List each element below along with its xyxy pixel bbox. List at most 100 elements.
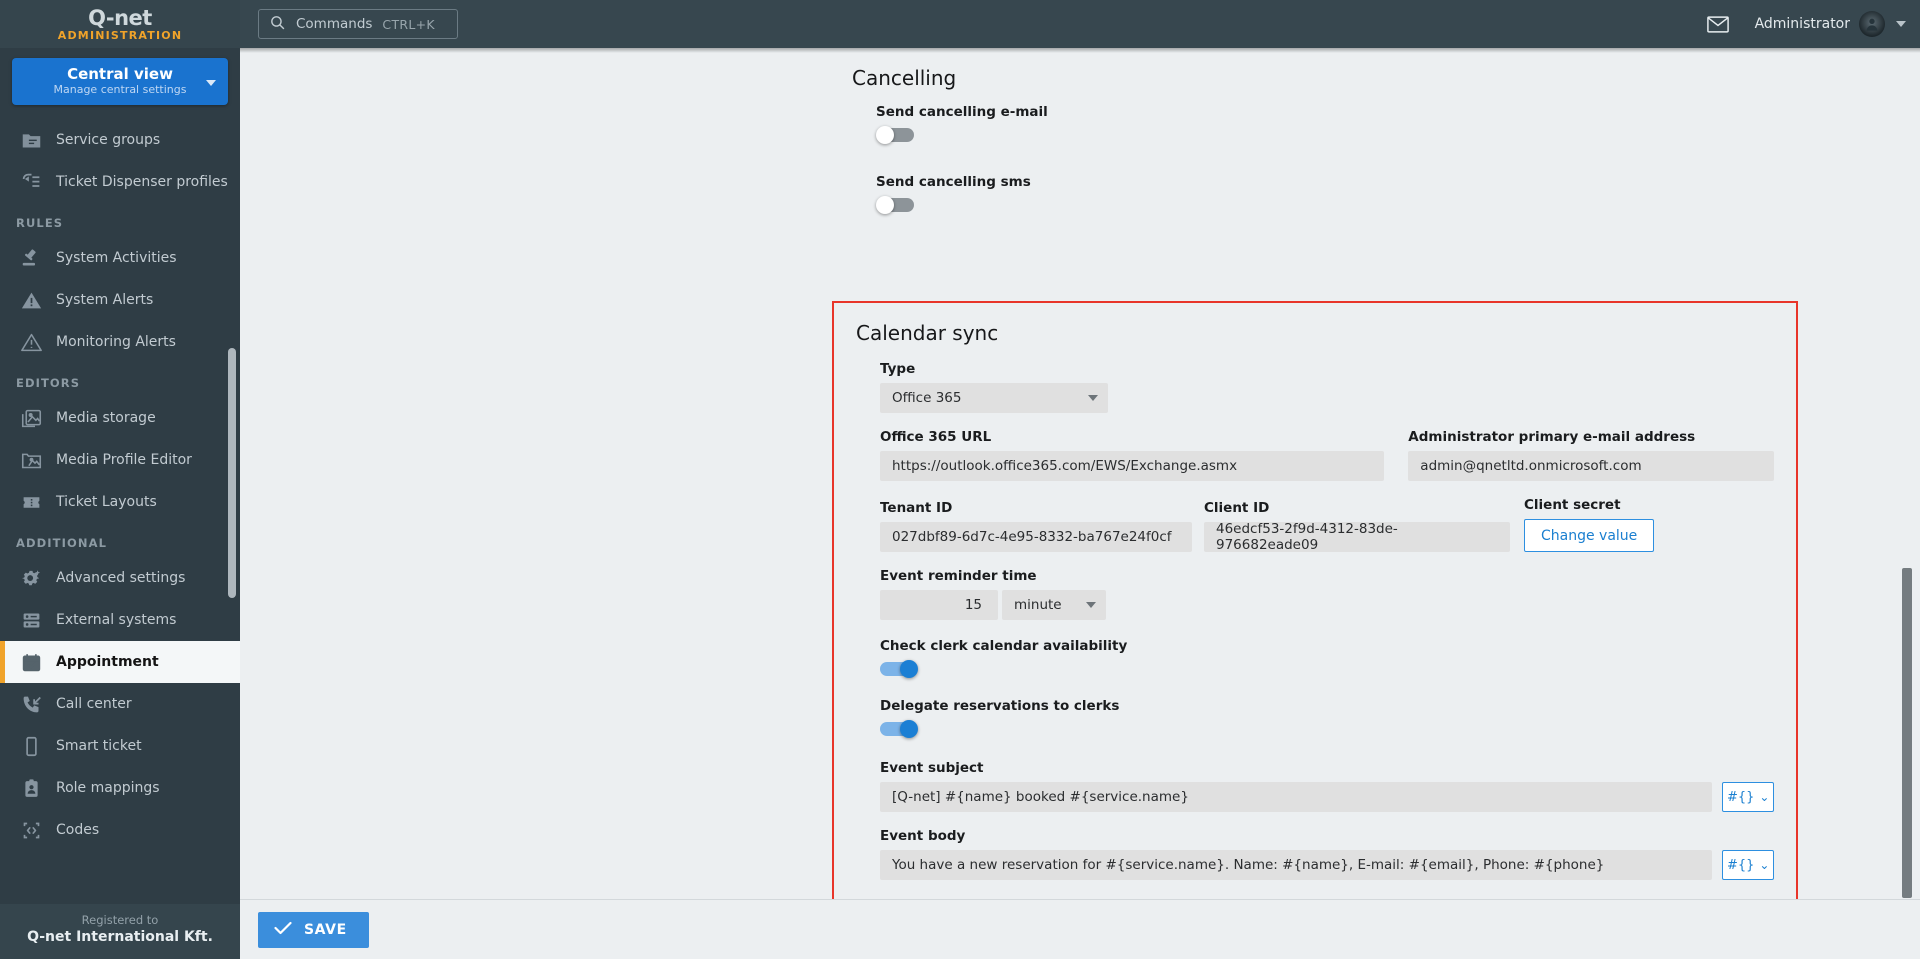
event-body-input[interactable]: You have a new reservation for #{service… [880, 850, 1713, 880]
content-scrollbar-track[interactable] [1902, 48, 1916, 899]
sidebar-item-label: System Alerts [56, 291, 154, 308]
sidebar: Q-net ADMINISTRATION Central view Manage… [0, 0, 240, 959]
check-availability-label: Check clerk calendar availability [880, 638, 1128, 654]
client-id-group: Client ID 46edcf53-2f9d-4312-83de-976682… [1204, 500, 1510, 553]
sidebar-item-label: Advanced settings [56, 569, 186, 586]
sidebar-item-codes[interactable]: Codes [0, 809, 240, 851]
code-icon [20, 819, 42, 841]
sidebar-item-label: Media storage [56, 409, 156, 426]
sidebar-item-external-systems[interactable]: External systems [0, 599, 240, 641]
central-view-subtitle: Manage central settings [53, 83, 187, 96]
event-subject-template-button[interactable]: #{} ⌄ [1722, 782, 1774, 812]
client-secret-group: Client secret Change value [1524, 497, 1655, 552]
ticket-dispenser-icon [20, 171, 42, 193]
content-scrollbar-thumb[interactable] [1902, 568, 1912, 898]
check-availability-toggle[interactable] [880, 660, 918, 678]
sidebar-nav: Service groups Ticket Dispenser profiles R… [0, 113, 240, 904]
event-subject-label: Event subject [880, 760, 984, 776]
event-body-group: Event body You have a new reservation fo… [880, 828, 1774, 880]
sidebar-scrollbar-track[interactable] [228, 113, 238, 904]
alert-filled-icon [20, 289, 42, 311]
central-view-switcher[interactable]: Central view Manage central settings [12, 58, 228, 105]
sidebar-item-advanced-settings[interactable]: Advanced settings [0, 557, 240, 599]
sidebar-item-system-activities[interactable]: System Activities [0, 237, 240, 279]
sidebar-item-monitoring-alerts[interactable]: Monitoring Alerts [0, 321, 240, 363]
event-body-template-button[interactable]: #{} ⌄ [1722, 850, 1774, 880]
sidebar-item-media-profile-editor[interactable]: Media Profile Editor [0, 439, 240, 481]
alert-outline-icon [20, 331, 42, 353]
sidebar-item-ticket-layouts[interactable]: Ticket Layouts [0, 481, 240, 523]
event-body-label: Event body [880, 828, 966, 844]
calendar-type-select[interactable]: Office 365 [880, 383, 1108, 413]
commands-search-button[interactable]: Commands CTRL+K [258, 9, 458, 39]
sidebar-item-label: Role mappings [56, 779, 160, 796]
server-icon [20, 609, 42, 631]
send-cancelling-email-label: Send cancelling e-mail [876, 104, 1048, 120]
sidebar-item-ticket-dispenser-profiles[interactable]: Ticket Dispenser profiles [0, 161, 240, 203]
image-folder-icon [20, 449, 42, 471]
template-token-label: #{} [1726, 857, 1755, 873]
calendar-check-icon [20, 651, 42, 673]
event-subject-input[interactable]: [Q-net] #{name} booked #{service.name} [880, 782, 1713, 812]
sidebar-item-service-groups[interactable]: Service groups [0, 119, 240, 161]
calendar-sync-title: Calendar sync [856, 321, 999, 345]
change-client-secret-button[interactable]: Change value [1524, 519, 1655, 552]
admin-email-input[interactable]: admin@qnetltd.onmicrosoft.com [1408, 451, 1774, 481]
event-reminder-group: Event reminder time 15 minute [880, 568, 1774, 620]
office365-url-input[interactable]: https://outlook.office365.com/EWS/Exchan… [880, 451, 1385, 481]
sidebar-item-smart-ticket[interactable]: Smart ticket [0, 725, 240, 767]
toggle-knob [876, 126, 894, 144]
content-scroll-area: Cancelling Send cancelling e-mail Send c… [240, 48, 1920, 899]
tenant-id-input[interactable]: 027dbf89-6d7c-4e95-8332-ba767e24f0cf [880, 522, 1192, 552]
user-menu[interactable]: Administrator [1755, 11, 1906, 37]
event-reminder-unit-select[interactable]: minute [1002, 590, 1106, 620]
brand-header: Q-net ADMINISTRATION [0, 0, 240, 48]
app-root: Q-net ADMINISTRATION Central view Manage… [0, 0, 1920, 959]
registered-label: Registered to [81, 913, 159, 927]
office365-url-group: Office 365 URL https://outlook.office365… [880, 429, 1385, 481]
sidebar-section-additional: ADDITIONAL [16, 536, 108, 550]
tenant-id-group: Tenant ID 027dbf89-6d7c-4e95-8332-ba767e… [880, 500, 1192, 552]
sidebar-section-editors: EDITORS [16, 376, 81, 390]
gear-sparkle-icon [20, 567, 42, 589]
chevron-down-icon: ⌄ [1759, 858, 1770, 872]
envelope-icon[interactable] [1706, 15, 1729, 33]
sidebar-item-media-storage[interactable]: Media storage [0, 397, 240, 439]
sidebar-item-role-mappings[interactable]: Role mappings [0, 767, 240, 809]
delegate-reservations-label: Delegate reservations to clerks [880, 698, 1120, 714]
toggle-knob [900, 720, 918, 738]
sidebar-item-call-center[interactable]: Call center [0, 683, 240, 725]
send-cancelling-sms-toggle[interactable] [876, 196, 914, 214]
sidebar-item-label: Call center [56, 695, 132, 712]
sidebar-item-appointment[interactable]: Appointment [0, 641, 240, 683]
delegate-reservations-group: Delegate reservations to clerks [880, 698, 1774, 738]
brand-subtitle: ADMINISTRATION [57, 29, 183, 42]
sidebar-item-label: Ticket Layouts [56, 493, 157, 510]
search-icon [269, 14, 286, 35]
save-button[interactable]: SAVE [258, 911, 369, 948]
commands-shortcut: CTRL+K [382, 16, 435, 32]
save-button-label: SAVE [304, 921, 347, 938]
event-reminder-value-input[interactable]: 15 [880, 590, 998, 620]
url-email-row: Office 365 URL https://outlook.office365… [880, 429, 1774, 481]
phone-incoming-icon [20, 693, 42, 715]
topbar: Commands CTRL+K Administrator [240, 0, 1920, 48]
badge-person-icon [20, 777, 42, 799]
sidebar-scrollbar-thumb[interactable] [228, 348, 236, 598]
image-icon [20, 407, 42, 429]
delegate-reservations-toggle[interactable] [880, 720, 918, 738]
sidebar-section-rules: RULES [16, 216, 64, 230]
toggle-knob [876, 196, 894, 214]
mobile-icon [20, 735, 42, 757]
send-cancelling-email-toggle[interactable] [876, 126, 914, 144]
event-subject-group: Event subject [Q-net] #{name} booked #{s… [880, 760, 1774, 812]
sidebar-item-label: Monitoring Alerts [56, 333, 176, 350]
registered-footer: Registered to Q-net International Kft. [0, 904, 240, 959]
sidebar-item-system-alerts[interactable]: System Alerts [0, 279, 240, 321]
avatar [1859, 11, 1885, 37]
client-secret-label: Client secret [1524, 497, 1621, 513]
template-token-label: #{} [1726, 789, 1755, 805]
check-availability-group: Check clerk calendar availability [880, 638, 1774, 678]
client-id-input[interactable]: 46edcf53-2f9d-4312-83de-976682eade09 [1204, 521, 1510, 553]
folder-icon [20, 129, 42, 151]
